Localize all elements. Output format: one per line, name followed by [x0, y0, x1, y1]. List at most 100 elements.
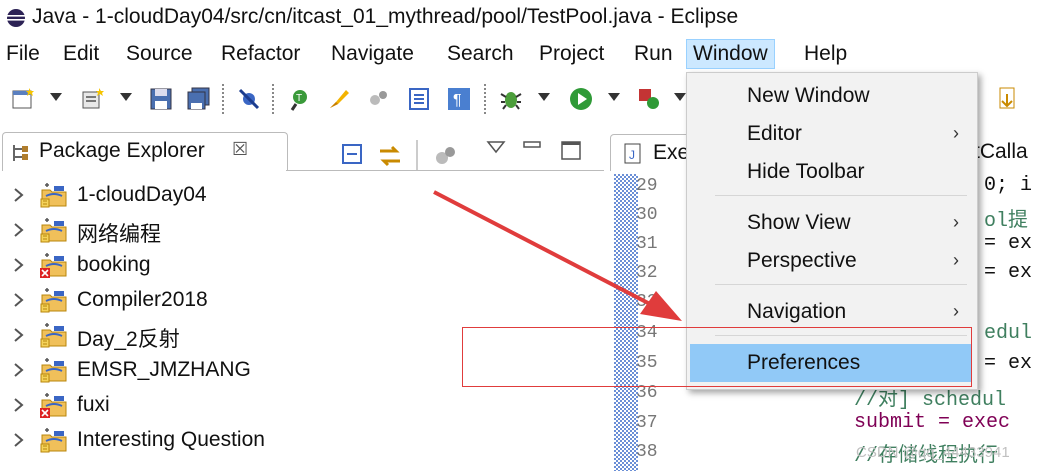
skip-breakpoints-icon[interactable]	[236, 86, 262, 112]
project-folder-icon	[40, 183, 67, 208]
expand-chevron-icon[interactable]	[12, 185, 26, 205]
tab-underline	[286, 170, 604, 171]
project-folder-icon	[40, 358, 67, 383]
tree-item[interactable]: booking	[0, 248, 600, 283]
menu-item-perspective[interactable]: Perspective ›	[687, 242, 977, 280]
line-number: 29	[636, 176, 658, 196]
link-with-editor-icon[interactable]	[376, 142, 404, 170]
tree-item[interactable]: Compiler2018	[0, 283, 600, 318]
project-name: 1-cloudDay04	[77, 183, 207, 206]
project-error-icon	[40, 253, 67, 278]
menu-help[interactable]: Help	[798, 40, 853, 68]
line-number: 33	[636, 292, 658, 312]
toggle-editor-icon[interactable]	[406, 86, 432, 112]
menu-separator	[715, 195, 967, 196]
editor-tab-2[interactable]: tCalla	[970, 134, 1036, 170]
project-name: booking	[77, 253, 151, 276]
submenu-arrow-icon: ›	[953, 250, 959, 270]
toolbar-separator	[222, 84, 224, 116]
show-whitespace-icon[interactable]: ¶	[446, 86, 472, 112]
menu-item-editor[interactable]: Editor ›	[687, 115, 977, 153]
code-line: edul	[984, 322, 1033, 345]
menu-item-label: Editor	[747, 122, 802, 145]
svg-text:¶: ¶	[453, 92, 462, 109]
new-java-project-icon[interactable]	[80, 86, 106, 112]
editor-tab-2-title: tCalla	[974, 140, 1028, 163]
svg-text:T: T	[296, 93, 302, 104]
save-all-icon[interactable]	[186, 86, 212, 112]
submenu-arrow-icon: ›	[953, 123, 959, 143]
expand-chevron-icon[interactable]	[12, 220, 26, 240]
menu-navigate[interactable]: Navigate	[325, 40, 420, 68]
project-dropdown-arrow-icon[interactable]	[120, 93, 132, 101]
code-line: = ex	[984, 352, 1033, 375]
project-name: fuxi	[77, 393, 110, 416]
expand-chevron-icon[interactable]	[12, 430, 26, 450]
view-menu-icon[interactable]	[486, 140, 506, 156]
close-tab-icon[interactable]: ☒	[232, 139, 248, 160]
tree-item[interactable]: 1-cloudDay04	[0, 178, 600, 213]
debug-dropdown-arrow-icon[interactable]	[538, 93, 550, 101]
menu-item-label: Perspective	[747, 249, 857, 272]
highlight-brush-icon[interactable]	[326, 86, 352, 112]
toolbar-separator	[272, 84, 274, 116]
debug-icon[interactable]	[498, 86, 524, 112]
package-explorer-icon	[13, 145, 28, 161]
expand-chevron-icon[interactable]	[12, 255, 26, 275]
menu-window[interactable]: Window	[686, 39, 775, 69]
code-line: = ex	[984, 261, 1033, 284]
editor-gutter	[614, 174, 638, 471]
annotation-navigate-icon[interactable]	[994, 86, 1020, 112]
code-line: submit = exec	[854, 411, 1011, 434]
menu-item-show-view[interactable]: Show View ›	[687, 204, 977, 242]
minimize-icon[interactable]	[522, 138, 542, 158]
menu-item-label: Show View	[747, 211, 851, 234]
menu-edit[interactable]: Edit	[57, 40, 105, 68]
menu-refactor[interactable]: Refactor	[215, 40, 306, 68]
eclipse-icon	[7, 9, 25, 27]
menu-item-navigation[interactable]: Navigation ›	[687, 293, 977, 331]
code-line: 0; i	[984, 174, 1033, 197]
filter-icon[interactable]	[432, 142, 460, 170]
menu-item-hide-toolbar[interactable]: Hide Toolbar	[687, 153, 977, 191]
new-dropdown-arrow-icon[interactable]	[50, 93, 62, 101]
menu-item-new-window[interactable]: New Window	[687, 77, 977, 115]
run-dropdown-arrow-icon[interactable]	[608, 93, 620, 101]
open-type-icon[interactable]: T	[286, 86, 312, 112]
line-number: 31	[636, 234, 658, 254]
tree-item[interactable]: 网络编程	[0, 213, 600, 248]
menu-project[interactable]: Project	[533, 40, 610, 68]
line-number: 30	[636, 205, 658, 225]
project-folder-icon	[40, 323, 67, 348]
package-explorer-tab[interactable]: Package Explorer ☒	[2, 132, 288, 171]
line-number: 38	[636, 442, 658, 462]
new-file-icon[interactable]	[10, 86, 36, 112]
save-icon[interactable]	[148, 86, 174, 112]
external-tools-dropdown-arrow-icon[interactable]	[674, 93, 686, 101]
expand-chevron-icon[interactable]	[12, 360, 26, 380]
menu-search[interactable]: Search	[441, 40, 520, 68]
collapse-all-icon[interactable]	[340, 142, 364, 166]
expand-chevron-icon[interactable]	[12, 395, 26, 415]
maximize-icon[interactable]	[560, 140, 582, 162]
expand-chevron-icon[interactable]	[12, 325, 26, 345]
menu-file[interactable]: File	[0, 40, 46, 68]
menu-run[interactable]: Run	[628, 40, 679, 68]
menu-source[interactable]: Source	[120, 40, 199, 68]
menu-bar: File Edit Source Refactor Navigate Searc…	[0, 36, 1040, 72]
submenu-arrow-icon: ›	[953, 301, 959, 321]
external-tools-icon[interactable]	[636, 86, 662, 112]
search-icon[interactable]	[366, 86, 392, 112]
run-icon[interactable]	[568, 86, 594, 112]
expand-chevron-icon[interactable]	[12, 290, 26, 310]
tree-item[interactable]: fuxi	[0, 388, 600, 423]
editor-tab-title: Exe	[653, 141, 690, 164]
project-name: 网络编程	[77, 223, 161, 246]
project-folder-icon	[40, 288, 67, 313]
line-number: 37	[636, 413, 658, 433]
watermark: CSDN @qq_44433941	[856, 444, 1010, 461]
code-line: = ex	[984, 232, 1033, 255]
tree-item[interactable]: Interesting Question	[0, 423, 600, 458]
package-explorer-panel: Package Explorer ☒ 1-cloudDay04 网络编程 booki…	[0, 130, 604, 471]
project-name: Interesting Question	[77, 428, 265, 451]
